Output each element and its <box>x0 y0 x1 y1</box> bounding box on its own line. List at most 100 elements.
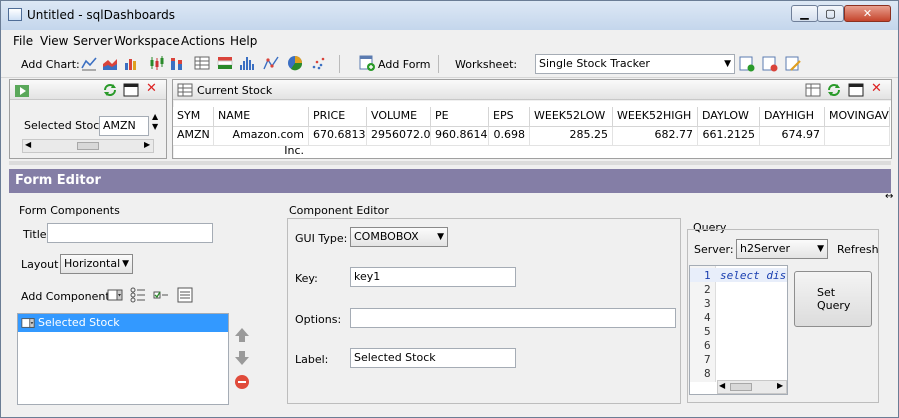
combobox-component-icon <box>21 318 35 328</box>
move-up-icon[interactable] <box>234 327 250 343</box>
close-button[interactable]: ✕ <box>844 5 891 22</box>
scroll-right-icon[interactable]: ▶ <box>144 140 150 149</box>
heatmap-chart-icon[interactable] <box>217 55 233 71</box>
selected-stock-combo[interactable]: AMZN <box>99 116 149 136</box>
layout-select[interactable]: Horizontal ▼ <box>60 254 133 274</box>
column-header-week52high[interactable]: WEEK52HIGH <box>613 107 698 127</box>
cell-daylow[interactable]: 661.2125 <box>698 127 760 145</box>
column-header-volume[interactable]: VOLUME <box>367 107 431 127</box>
pie-chart-icon[interactable] <box>287 55 303 71</box>
cell-pe[interactable]: 960.8614 <box>431 127 489 145</box>
window-icon[interactable] <box>123 82 139 98</box>
spinner-icon[interactable]: ▲ ▼ <box>152 112 158 132</box>
column-header-sym[interactable]: SYM <box>173 107 214 127</box>
cell-dayhigh[interactable]: 674.97 <box>760 127 825 145</box>
label-label: Label: <box>295 353 329 366</box>
edit-worksheet-icon[interactable] <box>785 56 801 72</box>
menu-file[interactable]: File <box>13 34 33 48</box>
cell-price[interactable]: 670.6813 <box>309 127 367 145</box>
scroll-right-icon[interactable]: ▶ <box>777 381 783 390</box>
histogram-chart-icon[interactable] <box>239 55 255 71</box>
server-select[interactable]: h2Server ▼ <box>736 239 828 259</box>
column-header-name[interactable]: NAME <box>214 107 309 127</box>
scroll-thumb[interactable] <box>77 142 99 150</box>
set-query-button[interactable]: Set Query <box>794 271 872 327</box>
column-header-price[interactable]: PRICE <box>309 107 367 127</box>
checkbox-component-icon[interactable] <box>153 287 169 303</box>
refresh-button[interactable]: Refresh <box>837 243 879 256</box>
label-input[interactable]: Selected Stock <box>350 348 516 368</box>
move-down-icon[interactable] <box>234 350 250 366</box>
add-chart-label: Add Chart: <box>21 58 80 71</box>
scroll-left-icon[interactable]: ◀ <box>25 140 31 149</box>
key-input[interactable]: key1 <box>350 267 516 287</box>
options-label: Options: <box>295 313 342 326</box>
radio-list-component-icon[interactable] <box>130 287 146 303</box>
cell-sym[interactable]: AMZN <box>173 127 214 145</box>
cell-volume[interactable]: 2956072.0 <box>367 127 431 145</box>
options-input[interactable] <box>350 308 676 328</box>
scroll-left-icon[interactable]: ◀ <box>719 381 725 390</box>
form-panel-scrollbar[interactable]: ◀ ▶ <box>22 139 154 153</box>
scatter-line-chart-icon[interactable] <box>263 55 279 71</box>
scroll-thumb[interactable] <box>730 383 752 391</box>
maximize-button[interactable]: ▢ <box>817 5 844 22</box>
column-header-dayhigh[interactable]: DAYHIGH <box>760 107 825 127</box>
column-header-daylow[interactable]: DAYLOW <box>698 107 760 127</box>
menu-help[interactable]: Help <box>230 34 257 48</box>
stacked-bar-chart-icon[interactable] <box>169 55 185 71</box>
table-view-icon[interactable] <box>805 82 821 98</box>
column-header-week52low[interactable]: WEEK52LOW <box>530 107 613 127</box>
gui-type-select[interactable]: COMBOBOX ▼ <box>350 227 448 247</box>
add-form-icon[interactable] <box>359 55 375 71</box>
worksheet-value: Single Stock Tracker <box>539 57 650 70</box>
splitter[interactable] <box>9 161 891 165</box>
refresh-icon[interactable] <box>102 82 118 98</box>
remove-worksheet-icon[interactable] <box>762 56 778 72</box>
combobox-component-icon[interactable] <box>107 287 123 303</box>
menu-view[interactable]: View <box>40 34 68 48</box>
toolbar-separator <box>438 55 439 73</box>
list-component-icon[interactable] <box>177 287 193 303</box>
key-label: Key: <box>295 272 318 285</box>
close-panel-icon[interactable]: ✕ <box>146 81 157 96</box>
line-number: 2 <box>704 283 711 296</box>
menu-actions[interactable]: Actions <box>181 34 225 48</box>
bar-chart-icon[interactable] <box>123 55 139 71</box>
cell-week52high[interactable]: 682.77 <box>613 127 698 145</box>
refresh-icon[interactable] <box>826 82 842 98</box>
add-worksheet-icon[interactable] <box>739 56 755 72</box>
query-scrollbar[interactable]: ◀ ▶ <box>717 380 787 394</box>
resize-handle-icon[interactable]: ↔ <box>885 191 893 202</box>
column-header-eps[interactable]: EPS <box>489 107 530 127</box>
table-chart-icon[interactable] <box>194 55 210 71</box>
column-header-movingav5[interactable]: MOVINGAV5 <box>825 107 890 127</box>
add-component-label: Add Component <box>21 290 110 303</box>
remove-component-icon[interactable] <box>234 374 250 390</box>
window-icon[interactable] <box>848 82 864 98</box>
form-panel-header <box>10 80 166 100</box>
arrow-right-icon[interactable] <box>14 83 30 99</box>
list-item[interactable]: Selected Stock <box>18 314 228 332</box>
cell-week52low[interactable]: 285.25 <box>530 127 613 145</box>
cell-eps[interactable]: 0.698 <box>489 127 530 145</box>
menu-server[interactable]: Server <box>73 34 112 48</box>
server-label: Server: <box>694 243 734 256</box>
query-editor[interactable]: select dis 1 2 3 4 5 6 7 8 ◀ ▶ <box>689 265 788 395</box>
title-input[interactable] <box>47 223 213 243</box>
close-panel-icon[interactable]: ✕ <box>871 81 882 96</box>
worksheet-select[interactable]: Single Stock Tracker ▼ <box>535 54 735 74</box>
query-code[interactable]: select dis <box>720 269 786 282</box>
scatter-chart-icon[interactable] <box>311 55 327 71</box>
minimize-button[interactable]: ▁ <box>791 5 818 22</box>
cell-movingav5[interactable] <box>825 127 890 145</box>
line-chart-icon[interactable] <box>81 55 97 71</box>
candlestick-chart-icon[interactable] <box>149 55 165 71</box>
line-number: 8 <box>704 367 711 380</box>
menu-workspace[interactable]: Workspace <box>114 34 180 48</box>
cell-name[interactable]: Amazon.com Inc. <box>214 127 309 157</box>
add-form-button[interactable]: Add Form <box>378 58 431 71</box>
column-header-pe[interactable]: PE <box>431 107 489 127</box>
area-chart-icon[interactable] <box>102 55 118 71</box>
gui-type-label: GUI Type: <box>295 232 348 245</box>
